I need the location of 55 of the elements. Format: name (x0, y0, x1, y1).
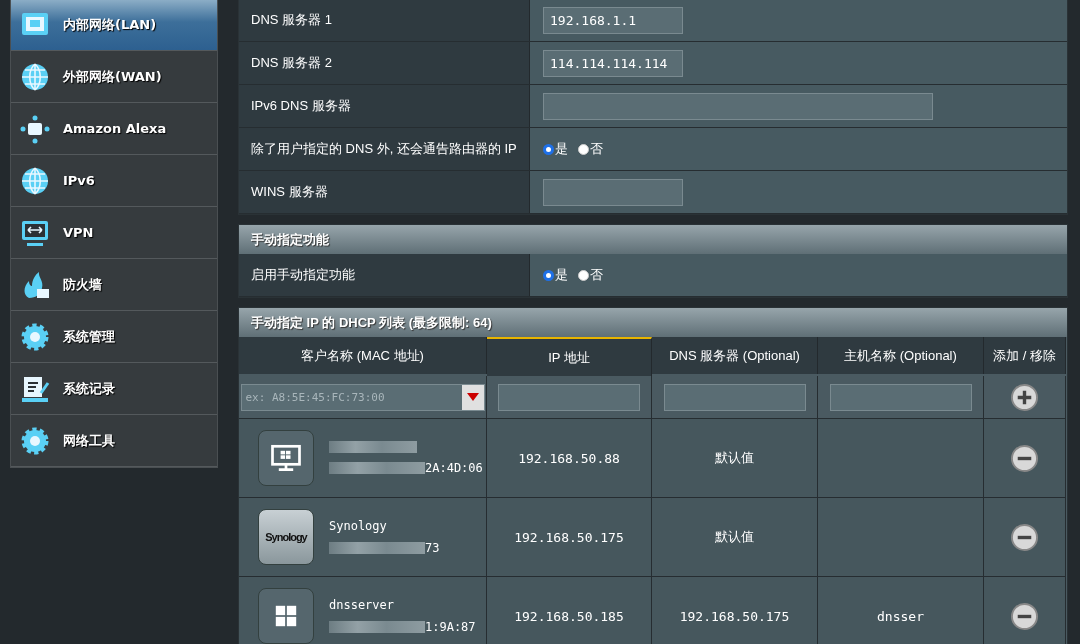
ip-address: 192.168.50.88 (518, 450, 620, 466)
sidebar-item[interactable]: 系统管理 (11, 311, 217, 363)
sidebar-item[interactable]: 系统记录 (11, 363, 217, 415)
device-icon (258, 588, 314, 644)
sidebar-item[interactable]: 网络工具 (11, 415, 217, 467)
input-field[interactable]: 114.114.114.114 (543, 49, 683, 77)
setting-label: IPv6 DNS 服务器 (239, 85, 530, 127)
column-header: 主机名称 (Optional) (818, 337, 984, 374)
column-header: DNS 服务器 (Optional) (652, 337, 818, 374)
input-field[interactable] (498, 383, 640, 411)
sidebar-item[interactable]: IPv6 (11, 155, 217, 207)
mac-address: 1:9A:87 (425, 620, 476, 634)
input-field[interactable] (663, 383, 806, 411)
sidebar-item[interactable]: 外部网络(WAN) (11, 51, 217, 103)
section-header: 手动指定功能 (239, 225, 1067, 254)
sidebar-item[interactable]: 内部网络(LAN) (11, 0, 217, 51)
column-header: 添加 / 移除 (984, 337, 1066, 374)
input-field[interactable] (829, 383, 972, 411)
add-icon[interactable] (1010, 382, 1039, 412)
setting-label: DNS 服务器 1 (239, 0, 530, 41)
globe-icon (19, 164, 51, 197)
ip-address: 192.168.50.175 (514, 529, 624, 545)
sidebar-item[interactable]: Amazon Alexa (11, 103, 217, 155)
caret-icon (466, 393, 479, 401)
device-icon (258, 430, 314, 486)
dns-value: 默认值 (715, 449, 754, 467)
section-header: 手动指定 IP 的 DHCP 列表 (最多限制: 64) (239, 308, 1067, 337)
mac-address: 2A:4D:06 (425, 461, 483, 475)
device-name: Synology (329, 519, 388, 533)
radio-button[interactable]: 否 (578, 266, 603, 284)
globe-icon (19, 60, 51, 93)
radio-button[interactable]: 是 (543, 266, 568, 284)
device-icon: Synology (258, 509, 314, 565)
setting-label: WINS 服务器 (239, 171, 530, 213)
setting-label: 除了用户指定的 DNS 外, 还会通告路由器的 IP (239, 128, 530, 170)
setting-label: 启用手动指定功能 (239, 254, 530, 296)
remove-icon[interactable] (1010, 443, 1039, 473)
input-field[interactable] (543, 92, 933, 120)
sidebar-item[interactable]: 防火墙 (11, 259, 217, 311)
radio-button[interactable]: 是 (543, 140, 568, 158)
mac-address: 73 (425, 541, 440, 555)
device-name: dnsserver (329, 598, 396, 612)
host-name: dnsser (877, 608, 924, 624)
input-field[interactable]: 192.168.1.1 (543, 6, 683, 34)
remove-icon[interactable] (1010, 522, 1039, 552)
dns-value: 默认值 (715, 528, 754, 546)
dns-value: 192.168.50.175 (679, 608, 790, 624)
column-header: 客户名称 (MAC 地址) (239, 337, 487, 374)
ip-address: 192.168.50.185 (514, 608, 624, 624)
radio-button[interactable]: 否 (578, 140, 603, 158)
input-field[interactable] (543, 178, 683, 206)
sidebar-item[interactable]: VPN (11, 207, 217, 259)
setting-label: DNS 服务器 2 (239, 42, 530, 84)
column-header: IP 地址 (487, 337, 652, 376)
remove-icon[interactable] (1010, 601, 1039, 631)
